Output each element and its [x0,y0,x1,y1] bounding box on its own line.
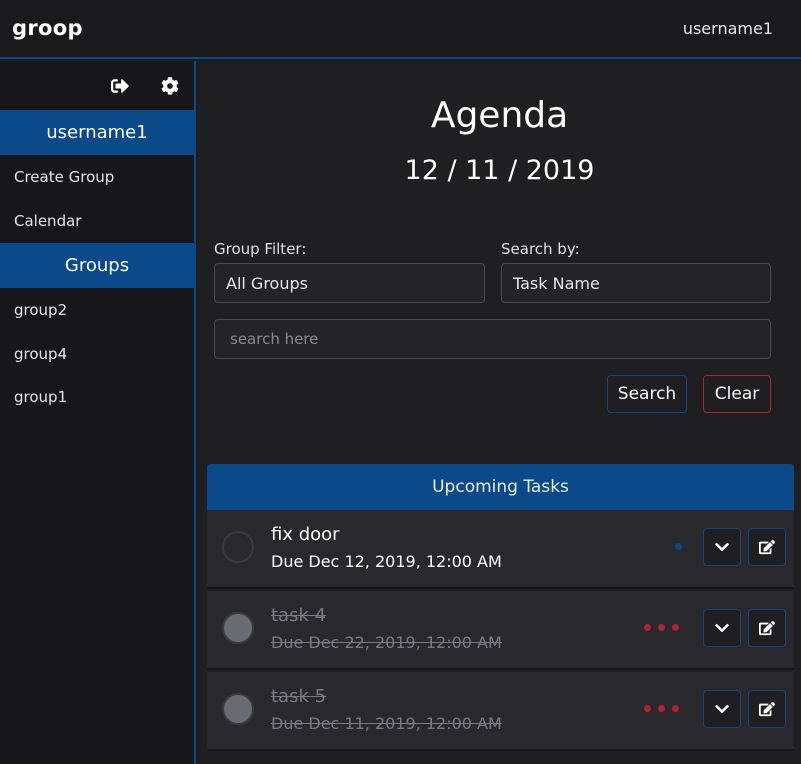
page-title: Agenda [430,95,569,136]
search-by-select[interactable]: Task Name [501,263,771,303]
task-due-date: Due Dec 11, 2019, 12:00 AM [271,714,502,733]
task-complete-toggle[interactable] [222,531,254,563]
edit-button[interactable] [748,528,786,566]
task-row: fix door Due Dec 12, 2019, 12:00 AM [207,510,794,589]
task-name: task 5 [271,686,327,707]
priority-dot [672,705,679,712]
task-due-date: Due Dec 12, 2019, 12:00 AM [271,552,502,571]
sidebar: username1 Create Group Calendar Groups g… [0,61,196,764]
task-due-date: Due Dec 22, 2019, 12:00 AM [271,633,502,652]
edit-icon [759,701,775,717]
task-name: task 4 [271,605,327,626]
priority-dot [644,624,651,631]
sidebar-item-group2[interactable]: group2 [14,301,67,319]
group-filter-select[interactable]: All Groups [214,263,485,303]
expand-button[interactable] [703,690,741,728]
priority-dot [672,624,679,631]
priority-dot [644,705,651,712]
search-button[interactable]: Search [607,375,687,413]
edit-icon [759,539,775,555]
priority-dot [658,624,665,631]
upcoming-tasks-header: Upcoming Tasks [207,464,794,510]
priority-indicator [644,624,679,632]
sidebar-actions [0,61,196,111]
chevron-down-icon [715,704,729,714]
chevron-down-icon [715,542,729,552]
task-row: task 4 Due Dec 22, 2019, 12:00 AM [207,591,794,670]
group-filter-label: Group Filter: [214,240,307,258]
expand-button[interactable] [703,528,741,566]
navbar-username[interactable]: username1 [683,19,773,38]
search-by-label: Search by: [501,240,580,258]
upcoming-tasks-panel: Upcoming Tasks fix door Due Dec 12, 2019… [207,464,794,764]
priority-indicator [675,543,682,551]
brand-logo[interactable]: groop [12,16,83,40]
priority-dot [658,705,665,712]
sidebar-username-header[interactable]: username1 [0,110,194,155]
sidebar-item-create-group[interactable]: Create Group [14,168,114,186]
top-navbar: groop username1 [0,0,801,59]
chevron-down-icon [715,623,729,633]
task-row: task 5 Due Dec 11, 2019, 12:00 AM [207,672,794,751]
main-content: Agenda 12 / 11 / 2019 Group Filter: All … [198,61,801,764]
priority-dot [675,543,682,550]
clear-button[interactable]: Clear [703,375,771,413]
sign-out-icon[interactable] [110,76,130,96]
gear-icon[interactable] [160,76,180,96]
sidebar-item-group4[interactable]: group4 [14,345,67,363]
task-complete-toggle[interactable] [222,612,254,644]
task-name: fix door [271,524,340,545]
task-complete-toggle[interactable] [222,693,254,725]
edit-button[interactable] [748,690,786,728]
edit-icon [759,620,775,636]
agenda-date: 12 / 11 / 2019 [404,155,595,186]
expand-button[interactable] [703,609,741,647]
sidebar-item-group1[interactable]: group1 [14,388,67,406]
edit-button[interactable] [748,609,786,647]
sidebar-groups-header: Groups [0,243,194,288]
priority-indicator [644,705,679,713]
sidebar-item-calendar[interactable]: Calendar [14,212,81,230]
search-input[interactable] [214,319,771,359]
